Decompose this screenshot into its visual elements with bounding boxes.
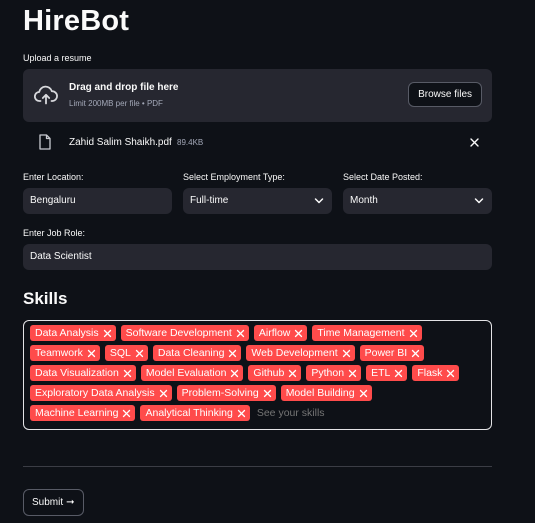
dropzone-instructions: Drag and drop file here [69,82,179,93]
skill-tag: Teamwork [30,345,100,361]
remove-skill-icon[interactable] [87,349,96,358]
skill-tag-label: Machine Learning [35,407,119,419]
location-label: Enter Location: [23,172,84,182]
skill-tag-label: Github [253,367,285,379]
remove-skill-icon[interactable] [103,329,112,338]
remove-skill-icon[interactable] [446,369,455,378]
skill-tag-label: Web Development [251,347,338,359]
job-role-label: Enter Job Role: [23,228,86,238]
remove-skill-icon[interactable] [122,409,131,418]
skill-tag-label: Model Evaluation [145,367,227,379]
skills-heading: Skills [23,289,68,308]
remove-skill-icon[interactable] [411,349,420,358]
skill-tag: Model Building [280,385,372,401]
chevron-down-icon [474,198,484,204]
skill-tag: Power BI [359,345,425,361]
skill-tag: Data Visualization [30,365,136,381]
remove-skill-icon[interactable] [123,369,132,378]
skill-tag-label: Software Development [125,327,232,339]
skill-tag-label: Time Management [317,327,405,339]
arrow-right-icon: ➞ [66,497,75,508]
remove-skill-icon[interactable] [236,329,245,338]
skill-tag: Time Management [312,325,422,341]
remove-skill-icon[interactable] [228,349,237,358]
skill-tag-label: Analytical Thinking [145,407,233,419]
employment-type-value: Full-time [190,195,229,206]
skill-tag-label: Teamwork [35,347,83,359]
remove-skill-icon[interactable] [237,409,246,418]
employment-type-label: Select Employment Type: [183,172,285,182]
skill-tag-label: Problem-Solving [181,387,259,399]
skill-tag-label: Model Building [285,387,355,399]
skill-tag-label: Data Cleaning [157,347,225,359]
file-dropzone[interactable]: Drag and drop file here Limit 200MB per … [23,69,492,122]
skill-tag: Model Evaluation [140,365,244,381]
location-input[interactable]: Bengaluru [23,188,172,214]
chevron-down-icon [314,198,324,204]
employment-type-select[interactable]: Full-time [183,188,332,214]
remove-skill-icon[interactable] [135,349,144,358]
skill-tag-label: Flask [417,367,443,379]
remove-file-icon[interactable] [469,137,480,148]
remove-skill-icon[interactable] [409,329,418,338]
skill-tag: Analytical Thinking [140,405,250,421]
file-icon [39,134,51,150]
remove-skill-icon[interactable] [263,389,272,398]
app-root: HireBot Upload a resume Drag and drop fi… [0,0,535,523]
remove-skill-icon[interactable] [288,369,297,378]
skill-tag: Data Cleaning [152,345,242,361]
submit-label: Submit [32,497,64,508]
uploaded-file-name: Zahid Salim Shaikh.pdf [69,137,172,148]
skills-tag-list: Data Analysis Software Development Airflow… [30,325,487,425]
skill-tag: Exploratory Data Analysis [30,385,172,401]
dropzone-limit: Limit 200MB per file • PDF [69,99,163,108]
submit-button[interactable]: Submit ➞ [23,489,84,516]
job-role-input[interactable]: Data Scientist [23,244,492,270]
skill-tag: Data Analysis [30,325,116,341]
remove-skill-icon[interactable] [230,369,239,378]
cloud-upload-icon [34,85,58,105]
skill-tag-label: ETL [371,367,391,379]
skill-tag: Software Development [120,325,249,341]
skill-tag: ETL [366,365,408,381]
skill-tag-label: Data Analysis [35,327,99,339]
date-posted-select[interactable]: Month [343,188,492,214]
skill-tag-label: Python [311,367,345,379]
remove-skill-icon[interactable] [159,389,168,398]
skill-tag: SQL [104,345,148,361]
app-title: HireBot [23,5,130,37]
remove-skill-icon[interactable] [342,349,351,358]
skill-tag: Web Development [246,345,355,361]
uploaded-file-size: 89.4KB [177,138,204,147]
remove-skill-icon[interactable] [394,369,403,378]
skill-tag-label: Power BI [364,347,408,359]
skill-tag: Python [306,365,362,381]
remove-skill-icon[interactable] [359,389,368,398]
skill-tag: Flask [412,365,460,381]
upload-label: Upload a resume [23,53,92,63]
skill-tag: Github [248,365,302,381]
skills-multiselect[interactable]: Data Analysis Software Development Airflow… [23,320,492,430]
remove-skill-icon[interactable] [294,329,303,338]
skill-tag-label: Airflow [258,327,291,339]
skill-tag-label: Exploratory Data Analysis [35,387,155,399]
remove-skill-icon[interactable] [348,369,357,378]
browse-files-button[interactable]: Browse files [408,82,482,107]
skill-tag: Airflow [253,325,308,341]
date-posted-value: Month [350,195,378,206]
skill-tag-label: SQL [109,347,131,359]
date-posted-label: Select Date Posted: [343,172,423,182]
skills-search-input[interactable] [256,405,377,421]
skill-tag: Problem-Solving [176,385,276,401]
section-divider [23,466,492,467]
skill-tag-label: Data Visualization [35,367,119,379]
skill-tag: Machine Learning [30,405,136,421]
uploaded-file-row: Zahid Salim Shaikh.pdf 89.4KB [23,133,492,153]
